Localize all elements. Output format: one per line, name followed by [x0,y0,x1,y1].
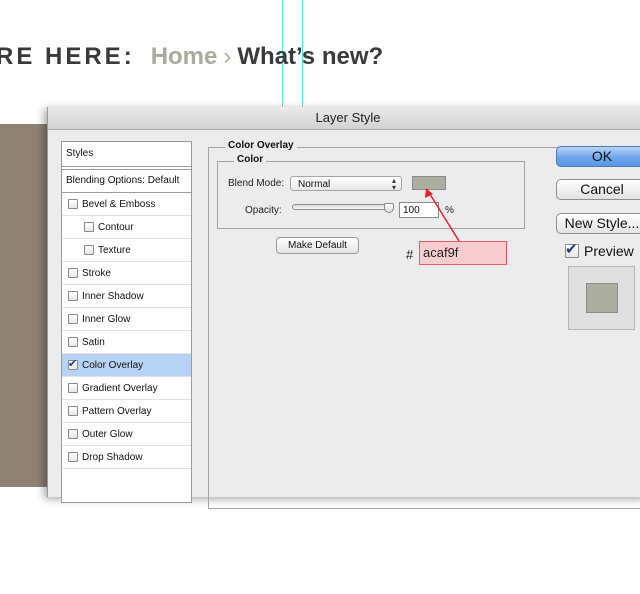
preview-thumbnail [568,266,635,330]
breadcrumb-current: What’s new? [237,43,384,70]
updown-arrows-icon: ▴ ▾ [391,176,396,192]
effect-item-pattern-overlay[interactable]: Pattern Overlay [62,400,191,423]
preview-label: Preview [584,243,634,259]
effect-label: Outer Glow [82,428,133,440]
breadcrumb-separator-icon: › [223,43,232,70]
opacity-label: Opacity: [245,205,282,216]
styles-header[interactable]: Styles [62,142,191,167]
effect-item-satin[interactable]: Satin [62,331,191,354]
opacity-unit: % [445,205,454,216]
effect-checkbox[interactable] [68,383,78,393]
effect-label: Stroke [82,267,111,279]
effect-item-bevel-emboss[interactable]: Bevel & Emboss [62,193,191,216]
styles-list: Styles Blending Options: Default Bevel &… [61,141,192,503]
effect-item-inner-glow[interactable]: Inner Glow [62,308,191,331]
color-group-box [217,161,525,229]
breadcrumb: RE HERE: Home › What’s new? [0,40,383,74]
effect-label: Drop Shadow [82,451,143,463]
side-panel [0,124,48,487]
effect-checkbox[interactable] [68,314,78,324]
blend-mode-value: Normal [298,179,331,190]
layer-style-dialog: Layer Style Styles Blending Options: Def… [47,107,640,509]
effect-item-stroke[interactable]: Stroke [62,262,191,285]
effect-label: Inner Glow [82,313,131,325]
effect-checkbox[interactable] [68,429,78,439]
ok-button[interactable]: OK [556,146,640,167]
effect-item-contour[interactable]: Contour [62,216,191,239]
effect-label: Inner Shadow [82,290,144,302]
overlay-color-swatch[interactable] [412,176,446,190]
effect-item-gradient-overlay[interactable]: Gradient Overlay [62,377,191,400]
preview-toggle[interactable]: Preview [565,240,634,259]
opacity-input[interactable]: 100 [399,202,439,218]
color-group-title: Color [234,154,267,166]
effect-checkbox[interactable] [68,452,78,462]
new-style-button[interactable]: New Style... [556,213,640,234]
hex-value-box: acaf9f [419,241,507,265]
effect-label: Contour [98,221,134,233]
effects-list: Bevel & Emboss Contour Texture Stroke Inner … [62,193,191,469]
cancel-button[interactable]: Cancel [556,179,640,200]
effect-checkbox[interactable] [68,357,78,370]
effect-item-texture[interactable]: Texture [62,239,191,262]
effect-checkbox[interactable] [68,268,78,278]
effect-label: Bevel & Emboss [82,198,156,210]
effect-checkbox[interactable] [68,406,78,416]
dialog-title[interactable]: Layer Style [48,107,640,130]
make-default-button[interactable]: Make Default [276,237,359,254]
opacity-slider-track[interactable] [292,204,394,210]
effect-item-drop-shadow[interactable]: Drop Shadow [62,446,191,469]
effect-checkbox[interactable] [68,291,78,301]
effect-checkbox[interactable] [68,337,78,347]
blend-mode-select[interactable]: Normal ▴ ▾ [290,176,402,192]
breadcrumb-prefix: RE HERE: [0,43,135,70]
opacity-slider-thumb[interactable] [384,203,394,213]
preview-swatch [586,283,618,313]
effect-label: Color Overlay [82,359,144,371]
preview-checkbox[interactable] [565,240,579,258]
effect-checkbox[interactable] [84,245,94,255]
color-overlay-title: Color Overlay [225,140,297,152]
hex-hash-label: # [406,247,414,262]
blend-mode-label: Blend Mode: [228,178,285,189]
effect-checkbox[interactable] [84,222,94,232]
effect-label: Pattern Overlay [82,405,152,417]
effect-checkbox[interactable] [68,199,78,209]
effect-item-inner-shadow[interactable]: Inner Shadow [62,285,191,308]
effect-label: Gradient Overlay [82,382,158,394]
blending-options-item[interactable]: Blending Options: Default [62,170,191,193]
breadcrumb-home-link[interactable]: Home [151,43,218,71]
effect-item-color-overlay[interactable]: Color Overlay [62,354,191,377]
effect-label: Satin [82,336,105,348]
effect-label: Texture [98,244,131,256]
effect-item-outer-glow[interactable]: Outer Glow [62,423,191,446]
